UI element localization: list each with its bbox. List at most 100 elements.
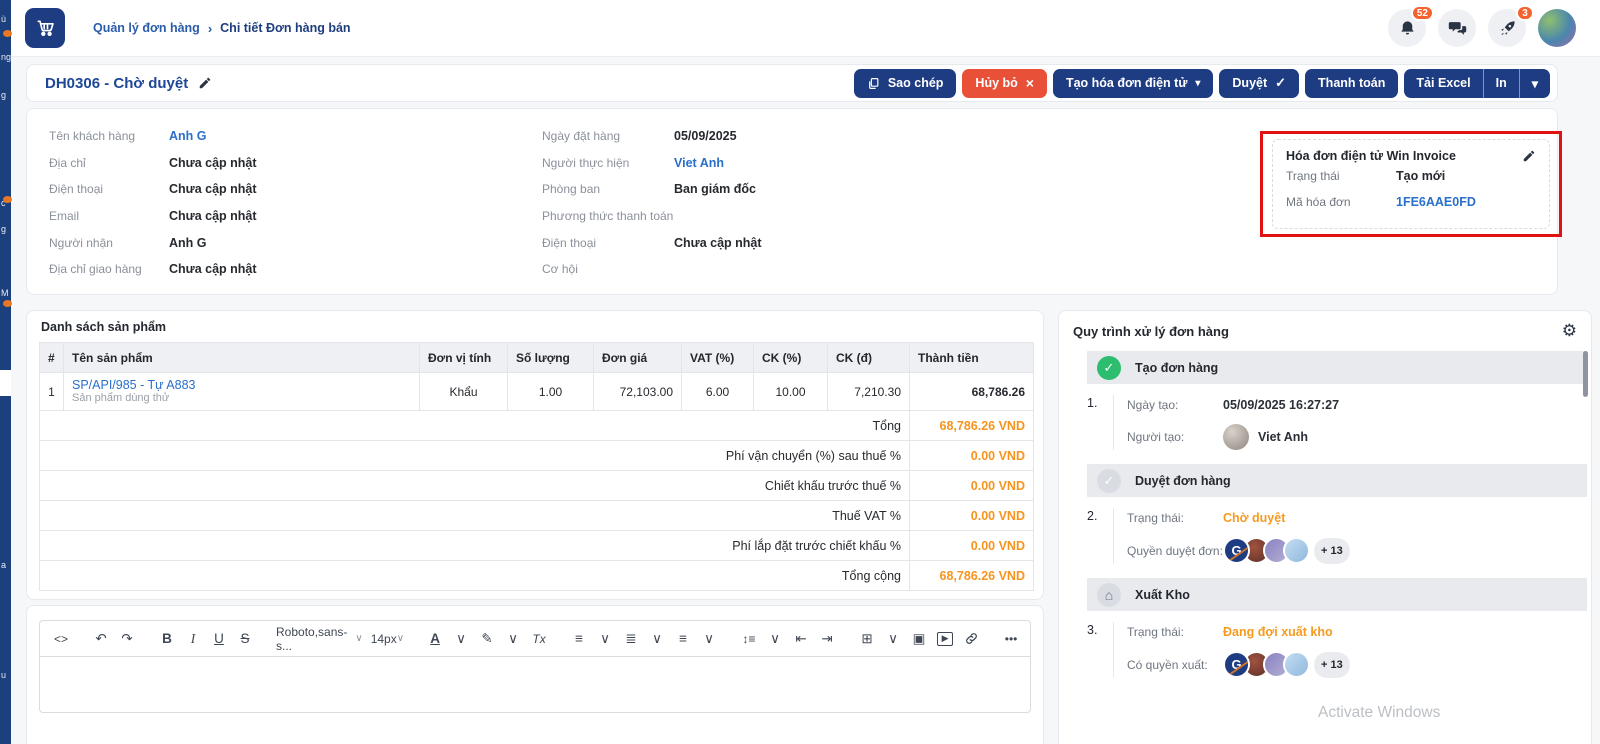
- breadcrumb: Quản lý đơn hàng › Chi tiết Đơn hàng bán: [93, 21, 351, 36]
- customer-name-link[interactable]: Anh G: [169, 129, 207, 143]
- approver-avatars[interactable]: G + 13: [1223, 537, 1350, 564]
- summary-row: Tổng 68,786.26 VND: [40, 411, 1034, 441]
- close-icon: ×: [1026, 75, 1034, 91]
- workflow-title: Quy trình xử lý đơn hàng: [1073, 324, 1229, 339]
- top-header: Quản lý đơn hàng › Chi tiết Đơn hàng bán…: [11, 0, 1600, 57]
- scrollbar-thumb[interactable]: [1583, 351, 1588, 397]
- cancel-order-button[interactable]: Hủy bỏ ×: [962, 69, 1047, 98]
- clear-format-button[interactable]: Tx: [527, 626, 551, 652]
- more-tools-button[interactable]: •••: [999, 626, 1023, 652]
- line-height-button[interactable]: ↕≡: [737, 626, 761, 652]
- summary-value: 0.00 VND: [910, 471, 1034, 501]
- product-name-link[interactable]: SP/API/985 - Tự A883: [72, 378, 411, 392]
- copy-order-button[interactable]: Sao chép: [854, 69, 957, 98]
- edit-title-button[interactable]: [198, 76, 212, 90]
- align-button[interactable]: ≡: [567, 626, 591, 652]
- product-table: # Tên sản phẩm Đơn vị tính Số lượng Đơn …: [39, 342, 1034, 591]
- export-more-button[interactable]: ▾: [1519, 69, 1550, 98]
- payment-button[interactable]: Thanh toán: [1305, 69, 1398, 98]
- assignee-link[interactable]: Viet Anh: [674, 156, 724, 170]
- notifications-button[interactable]: 52: [1388, 9, 1426, 47]
- einvoice-edit-button[interactable]: [1522, 149, 1536, 163]
- undo-button[interactable]: ↶: [89, 626, 113, 652]
- chevron-down-icon: ∨: [697, 626, 721, 652]
- create-einvoice-button[interactable]: Tạo hóa đơn điện tử ▾: [1053, 69, 1213, 98]
- video-icon: ▶: [937, 632, 953, 646]
- field-label: Phòng ban: [542, 182, 674, 196]
- notification-dot: [3, 30, 12, 37]
- approve-button[interactable]: Duyệt ✓: [1219, 69, 1299, 98]
- sidebar-active-item: [0, 370, 11, 396]
- outdent-button[interactable]: ⇤: [789, 626, 813, 652]
- workflow-step-warehouse: ⌂ Xuất Kho: [1087, 578, 1587, 611]
- editor-toolbar: <> ↶ ↷ B I U S Roboto,sans-s... ∨ 14px ∨…: [40, 621, 1030, 657]
- copy-order-label: Sao chép: [888, 76, 944, 90]
- einvoice-code-link[interactable]: 1FE6AAE0FD: [1396, 195, 1476, 209]
- einvoice-title: Hóa đơn điện tử Win Invoice: [1286, 149, 1456, 163]
- editor-content-area[interactable]: [40, 657, 1030, 713]
- more-avatars-badge[interactable]: + 13: [1314, 652, 1350, 678]
- status-label: Trạng thái:: [1127, 625, 1223, 639]
- code-view-button[interactable]: <>: [49, 626, 73, 652]
- field-value: Ban giám đốc: [674, 182, 756, 196]
- table-header-row: # Tên sản phẩm Đơn vị tính Số lượng Đơn …: [40, 343, 1034, 373]
- strikethrough-button[interactable]: S: [233, 626, 257, 652]
- underline-button[interactable]: U: [207, 626, 231, 652]
- payment-label: Thanh toán: [1318, 76, 1385, 90]
- more-avatars-badge[interactable]: + 13: [1314, 538, 1350, 564]
- sidebar-text-fragment: g: [1, 90, 6, 100]
- product-subtitle: Sản phẩm dùng thử: [72, 392, 411, 405]
- grand-total-label: Tổng cộng: [40, 561, 910, 591]
- text-color-button[interactable]: A: [423, 626, 447, 652]
- summary-label: Chiết khấu trước thuế %: [40, 471, 910, 501]
- unordered-list-button[interactable]: ≡: [671, 626, 695, 652]
- messages-button[interactable]: [1438, 9, 1476, 47]
- font-size-select[interactable]: 14px ∨: [367, 632, 408, 646]
- insert-video-button[interactable]: ▶: [933, 626, 957, 652]
- summary-value: 0.00 VND: [910, 501, 1034, 531]
- insert-table-button[interactable]: ⊞: [855, 626, 879, 652]
- einvoice-code-label: Mã hóa đơn: [1286, 195, 1396, 209]
- grand-total-value: 68,786.26 VND: [910, 561, 1034, 591]
- sidebar-text-fragment: a: [1, 560, 6, 570]
- user-avatar[interactable]: [1538, 9, 1576, 47]
- chevron-down-icon: ∨: [501, 626, 525, 652]
- boost-button[interactable]: 3: [1488, 9, 1526, 47]
- field-value: Chưa cập nhật: [169, 262, 257, 276]
- step-name: Duyệt đơn hàng: [1135, 474, 1231, 488]
- redo-button[interactable]: ↷: [115, 626, 139, 652]
- print-button[interactable]: In: [1483, 69, 1519, 98]
- insert-link-button[interactable]: [959, 626, 983, 652]
- step-approve-details: 2. Trạng thái: Chờ duyệt Quyền duyệt đơn…: [1087, 508, 1587, 564]
- field-label: Địa chỉ giao hàng: [49, 262, 169, 276]
- indent-button[interactable]: ⇥: [815, 626, 839, 652]
- avatar: [1283, 537, 1310, 564]
- font-family-value: Roboto,sans-s...: [276, 625, 347, 653]
- gear-icon[interactable]: ⚙: [1562, 321, 1577, 341]
- create-einvoice-label: Tạo hóa đơn điện tử: [1066, 76, 1187, 90]
- einvoice-box: Hóa đơn điện tử Win Invoice Trạng tháiTạ…: [1272, 139, 1550, 229]
- summary-value: 0.00 VND: [910, 531, 1034, 561]
- font-family-select[interactable]: Roboto,sans-s... ∨: [272, 625, 367, 653]
- ordered-list-button[interactable]: ≣: [619, 626, 643, 652]
- summary-label: Tổng: [40, 411, 910, 441]
- export-excel-button[interactable]: Tải Excel: [1404, 69, 1482, 98]
- caret-down-icon: ▾: [1195, 78, 1200, 89]
- copy-icon: [867, 77, 880, 90]
- summary-label: Phí vận chuyển (%) sau thuế %: [40, 441, 910, 471]
- exporter-avatars[interactable]: G + 13: [1223, 651, 1350, 678]
- rocket-icon: [1498, 19, 1517, 38]
- bold-button[interactable]: B: [155, 626, 179, 652]
- step-done-icon: ✓: [1097, 356, 1121, 380]
- module-cart-button[interactable]: [25, 8, 65, 48]
- italic-button[interactable]: I: [181, 626, 205, 652]
- breadcrumb-orders[interactable]: Quản lý đơn hàng: [93, 21, 200, 35]
- einvoice-status-value: Tạo mới: [1396, 169, 1445, 183]
- highlight-color-button[interactable]: ✎: [475, 626, 499, 652]
- insert-image-button[interactable]: ▣: [907, 626, 931, 652]
- avatar: G: [1223, 651, 1250, 678]
- product-list-card: Danh sách sản phẩm # Tên sản phẩm Đơn vị…: [26, 310, 1044, 600]
- summary-value: 68,786.26 VND: [910, 411, 1034, 441]
- order-info-card: Tên khách hàngAnh G Địa chỉChưa cập nhật…: [26, 108, 1558, 295]
- notification-dot: [3, 300, 12, 307]
